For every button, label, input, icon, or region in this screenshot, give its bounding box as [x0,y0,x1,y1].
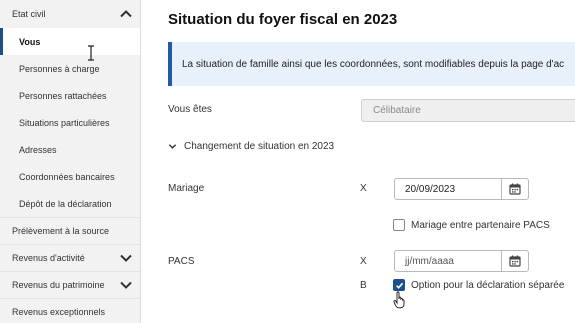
sidebar-item-situations-particulieres[interactable]: Situations particulières [0,109,140,136]
calendar-button[interactable] [501,251,528,271]
sidebar-item-personnes-a-charge[interactable]: Personnes à charge [0,55,140,82]
mariage-partenaire-pacs-label: Mariage entre partenaire PACS [411,219,550,231]
checkmark-icon [395,282,403,289]
sidebar-item-personnes-rattachees[interactable]: Personnes rattachées [0,82,140,109]
changement-situation-label: Changement de situation en 2023 [184,141,335,152]
chevron-down-icon [120,281,132,289]
calendar-button[interactable] [501,179,528,199]
mariage-date-input[interactable]: 20/09/2023 [394,178,529,200]
chevron-down-icon [120,254,132,262]
pacs-label: PACS [168,256,195,267]
changement-situation-toggle[interactable]: Changement de situation en 2023 [168,141,334,152]
calendar-icon [509,255,521,267]
hand-pointer-icon [393,291,405,309]
sidebar-item-label: Revenus du patrimoine [12,280,105,290]
mariage-date-value: 20/09/2023 [405,184,456,195]
sidebar-item-revenus-patrimoine[interactable]: Revenus du patrimoine [0,271,140,298]
sidebar-nav: Etat civil Vous Personnes à charge Perso… [0,0,141,323]
sidebar-item-label: Adresses [19,144,57,155]
info-banner-text: La situation de famille ainsi que les co… [182,58,565,70]
sidebar-item-prelevement-source[interactable]: Prélèvement à la source [0,217,140,244]
sidebar-item-label: Personnes à charge [19,63,100,74]
mariage-label: Mariage [168,183,205,194]
pacs-date-placeholder: jj/mm/aaaa [405,256,454,267]
sidebar-item-label: Revenus d'activité [12,253,85,263]
sidebar-item-revenus-activite[interactable]: Revenus d'activité [0,244,140,271]
pacs-option-box-code: B [360,280,367,291]
declaration-separee-option[interactable]: Option pour la déclaration séparée [393,279,564,291]
page-title: Situation du foyer fiscal en 2023 [168,11,398,28]
situation-readonly-field: Célibataire [361,99,575,122]
declaration-separee-checkbox[interactable] [393,279,405,291]
sidebar-item-coordonnees-bancaires[interactable]: Coordonnées bancaires [0,163,140,190]
calendar-icon [509,183,521,195]
mariage-box-code: X [360,183,367,194]
sidebar-item-label: Situations particulières [19,117,110,128]
sidebar-item-label: Coordonnées bancaires [19,171,115,182]
sidebar-item-label: Etat civil [12,8,46,19]
sidebar-item-etat-civil[interactable]: Etat civil [0,0,140,27]
sidebar-item-label: Dépôt de la déclaration [19,198,112,209]
sidebar-item-label: Vous [19,36,41,47]
sidebar-item-label: Revenus exceptionnels [12,307,106,317]
mariage-partenaire-pacs-option[interactable]: Mariage entre partenaire PACS [393,219,550,231]
main-content: Situation du foyer fiscal en 2023 La sit… [142,0,575,323]
info-banner: La situation de famille ainsi que les co… [168,42,575,86]
pacs-date-input[interactable]: jj/mm/aaaa [394,250,529,272]
mariage-partenaire-pacs-checkbox[interactable] [393,219,405,231]
sidebar-item-vous[interactable]: Vous [0,28,140,55]
chevron-up-icon [120,9,132,17]
pacs-box-code: X [360,256,367,267]
text-cursor-icon [88,45,94,61]
sidebar-item-label: Personnes rattachées [19,90,107,101]
chevron-down-icon [168,144,177,149]
declaration-separee-label: Option pour la déclaration séparée [411,279,565,291]
sidebar-item-depot-declaration[interactable]: Dépôt de la déclaration [0,190,140,217]
sidebar-item-adresses[interactable]: Adresses [0,136,140,163]
vous-etes-label: Vous êtes [168,104,212,115]
sidebar-item-label: Prélèvement à la source [12,226,110,236]
sidebar-item-revenus-exceptionnels[interactable]: Revenus exceptionnels [0,298,140,323]
